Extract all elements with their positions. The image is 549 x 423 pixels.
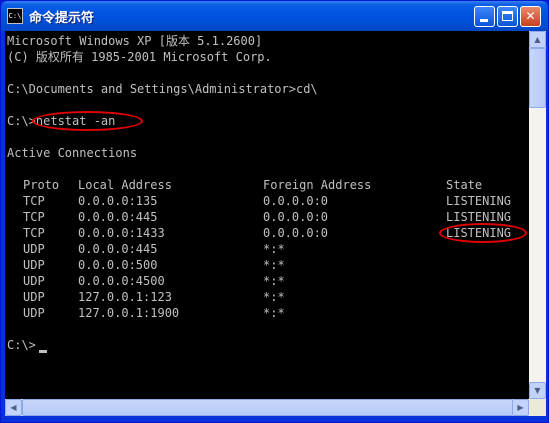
table-cell-proto: UDP: [23, 306, 45, 320]
table-cell-state: LISTENING: [446, 194, 512, 208]
table-cell-foreign-address: 0.0.0.0:0: [263, 210, 329, 224]
console-header-version: Microsoft Windows XP [版本 5.1.2600]: [7, 34, 263, 48]
column-header-state: State: [446, 178, 483, 192]
table-cell-proto: UDP: [23, 242, 45, 256]
scrollbar-corner: [529, 399, 546, 416]
table-cell-proto: TCP: [23, 194, 45, 208]
table-cell-local-address: 0.0.0.0:445: [78, 210, 158, 224]
table-cell-foreign-address: *:*: [263, 274, 285, 288]
table-cell-local-address: 127.0.0.1:1900: [78, 306, 180, 320]
console-prompt-cd: C:\Documents and Settings\Administrator>…: [7, 82, 318, 96]
scroll-up-button[interactable]: ▲: [529, 31, 546, 48]
table-cell-foreign-address: 0.0.0.0:0: [263, 194, 329, 208]
table-cell-foreign-address: 0.0.0.0:0: [263, 226, 329, 240]
table-cell-foreign-address: *:*: [263, 258, 285, 272]
table-cell-proto: UDP: [23, 258, 45, 272]
column-header-proto: Proto: [23, 178, 60, 192]
table-cell-proto: UDP: [23, 274, 45, 288]
minimize-button[interactable]: [474, 6, 495, 27]
vertical-scroll-thumb[interactable]: [529, 48, 546, 108]
table-cell-foreign-address: *:*: [263, 306, 285, 320]
table-cell-local-address: 0.0.0.0:445: [78, 242, 158, 256]
active-connections-heading: Active Connections: [7, 146, 138, 160]
console-icon[interactable]: C:\: [7, 8, 23, 24]
annotation-circle-netstat: [32, 111, 143, 131]
table-cell-local-address: 0.0.0.0:135: [78, 194, 158, 208]
column-header-local-address: Local Address: [78, 178, 172, 192]
text-cursor: [39, 350, 47, 353]
table-cell-local-address: 0.0.0.0:4500: [78, 274, 165, 288]
scroll-down-button[interactable]: ▼: [529, 382, 546, 399]
table-cell-proto: TCP: [23, 226, 45, 240]
maximize-icon: [502, 11, 513, 21]
window-title: 命令提示符: [29, 11, 95, 26]
scroll-left-button[interactable]: ◀: [5, 399, 22, 416]
table-cell-local-address: 0.0.0.0:1433: [78, 226, 165, 240]
console-final-prompt: C:\>: [7, 338, 36, 352]
table-cell-foreign-address: *:*: [263, 242, 285, 256]
vertical-scrollbar[interactable]: ▲ ▼: [529, 31, 546, 399]
horizontal-scroll-thumb[interactable]: [22, 399, 513, 416]
annotation-circle-listening: [439, 223, 527, 243]
close-button[interactable]: ✕: [520, 6, 541, 27]
table-cell-foreign-address: *:*: [263, 290, 285, 304]
table-cell-proto: TCP: [23, 210, 45, 224]
table-cell-proto: UDP: [23, 290, 45, 304]
table-cell-local-address: 0.0.0.0:500: [78, 258, 158, 272]
horizontal-scrollbar[interactable]: ◀ ▶: [5, 399, 529, 416]
maximize-button[interactable]: [497, 6, 518, 27]
title-bar[interactable]: C:\ 命令提示符 ✕: [1, 1, 548, 31]
scroll-right-button[interactable]: ▶: [512, 399, 529, 416]
console-header-copyright: (C) 版权所有 1985-2001 Microsoft Corp.: [7, 50, 272, 64]
console-output[interactable]: Microsoft Windows XP [版本 5.1.2600] (C) 版…: [5, 31, 529, 399]
minimize-icon: [480, 19, 488, 22]
table-cell-local-address: 127.0.0.1:123: [78, 290, 172, 304]
command-prompt-window: C:\ 命令提示符 ✕ Microsoft Windows XP [版本 5.1…: [0, 0, 549, 423]
column-header-foreign-address: Foreign Address: [263, 178, 372, 192]
